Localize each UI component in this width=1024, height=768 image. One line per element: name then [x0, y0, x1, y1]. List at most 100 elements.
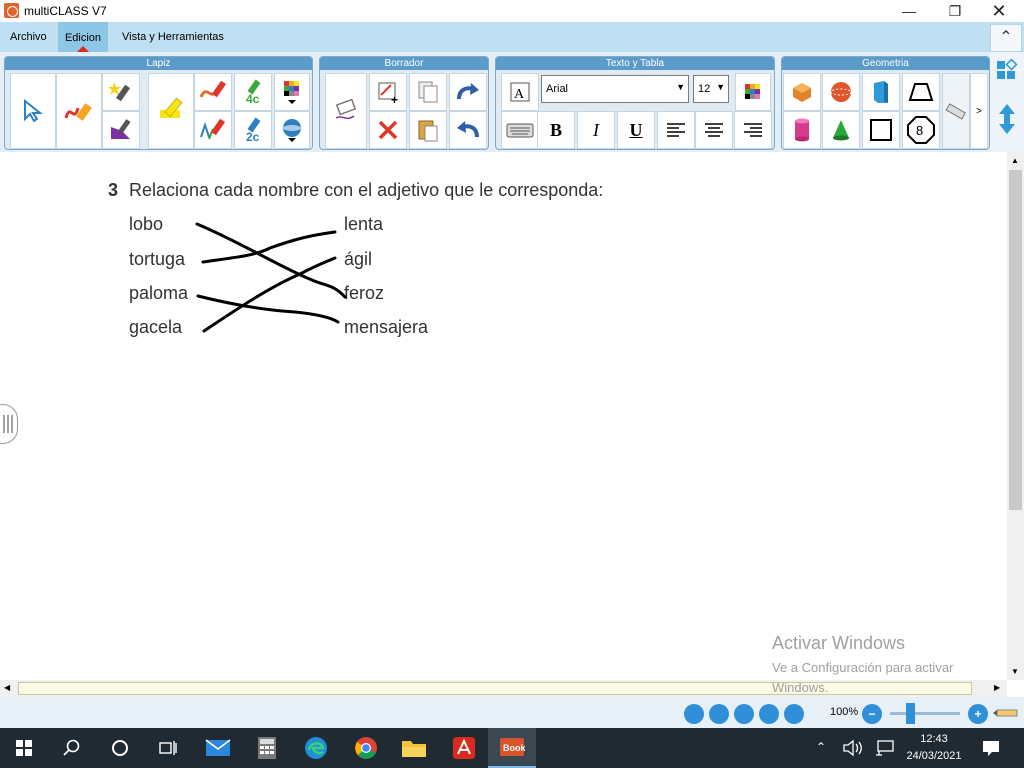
- trapezoid-tool-button[interactable]: [902, 73, 940, 111]
- add-page-button[interactable]: +: [369, 73, 407, 111]
- hand-drawn-lines[interactable]: [0, 152, 1007, 680]
- italic-button[interactable]: I: [577, 111, 615, 149]
- search-icon: [63, 739, 80, 756]
- copy-button[interactable]: [409, 73, 447, 111]
- vertical-arrows-icon: [999, 104, 1015, 134]
- gradient-pen-tool-button[interactable]: [194, 111, 232, 149]
- mail-app-button[interactable]: [194, 728, 242, 768]
- ribbon-scroll-right[interactable]: >: [970, 73, 988, 149]
- align-center-button[interactable]: [695, 111, 733, 149]
- maximize-button[interactable]: ❐: [932, 0, 978, 22]
- octagon-tool-button[interactable]: 8: [902, 111, 940, 149]
- color-palette-button[interactable]: [274, 73, 310, 111]
- cube-tool-button[interactable]: [783, 73, 821, 111]
- eraser-icon: [335, 98, 357, 120]
- edge-browser-button[interactable]: [292, 728, 340, 768]
- cylinder-tool-button[interactable]: [783, 111, 821, 149]
- undo-button[interactable]: [449, 111, 487, 149]
- calculator-app-button[interactable]: [243, 728, 291, 768]
- delete-button[interactable]: [369, 111, 407, 149]
- tray-overflow-icon[interactable]: ⌃: [812, 740, 830, 756]
- notifications-button[interactable]: [980, 738, 1002, 758]
- pencil-icon: [993, 709, 1018, 717]
- tray-date[interactable]: 24/03/2021: [900, 750, 968, 762]
- edit-page-icon: +: [378, 82, 398, 105]
- layout-button[interactable]: [992, 56, 1022, 84]
- redo-button[interactable]: [449, 73, 487, 111]
- chrome-browser-button[interactable]: [342, 728, 390, 768]
- annotate-view-button[interactable]: [759, 704, 779, 724]
- eraser-tool-button[interactable]: [325, 73, 367, 149]
- text-color-button[interactable]: [735, 73, 771, 111]
- underline-button[interactable]: U: [617, 111, 655, 149]
- crayon-tool-button[interactable]: [194, 73, 232, 111]
- network-button[interactable]: [874, 738, 896, 758]
- align-left-button[interactable]: [657, 111, 695, 149]
- activation-watermark-title: Activar Windows: [772, 633, 906, 653]
- multiclass-app-button[interactable]: Book: [488, 728, 536, 768]
- scroll-up-icon[interactable]: ▲: [1011, 156, 1019, 165]
- scroll-right-icon[interactable]: ▶: [994, 683, 1000, 692]
- copy-icon: [418, 81, 438, 103]
- bold-button[interactable]: B: [537, 111, 575, 149]
- folder-icon: [402, 741, 426, 757]
- start-button[interactable]: [0, 728, 48, 768]
- zoom-in-button[interactable]: +: [968, 704, 988, 724]
- collapse-ribbon-button[interactable]: ⌃: [990, 24, 1022, 52]
- square-tool-button[interactable]: [862, 111, 900, 149]
- select-tool-button[interactable]: [10, 73, 56, 149]
- pen-status-icon[interactable]: [993, 706, 1021, 720]
- borrador-group: Borrador +: [319, 56, 489, 150]
- fit-page-button[interactable]: [684, 704, 704, 724]
- svg-text:4c: 4c: [246, 92, 260, 105]
- menu-archivo[interactable]: Archivo: [10, 31, 47, 43]
- paste-button[interactable]: [409, 111, 447, 149]
- lapiz-group: Lapiz 4c 2c: [4, 56, 313, 150]
- font-name-select[interactable]: Arial ▼: [541, 75, 689, 103]
- minimize-button[interactable]: —: [886, 0, 932, 22]
- text-box-button[interactable]: A: [501, 73, 539, 111]
- menu-edicion[interactable]: Edicion: [58, 22, 108, 52]
- align-right-button[interactable]: [734, 111, 772, 149]
- edge-icon: [305, 737, 327, 759]
- notification-icon: [983, 741, 999, 756]
- cone-tool-button[interactable]: [822, 111, 860, 149]
- pen-2c-tool-button[interactable]: 2c: [234, 111, 272, 149]
- trapezoid-icon: [908, 83, 934, 101]
- highlighter-tool-button[interactable]: [102, 73, 140, 111]
- zoom-slider-thumb[interactable]: [906, 703, 915, 724]
- line-gacela-agil: [202, 256, 337, 333]
- font-size-select[interactable]: 12 ▼: [693, 75, 729, 103]
- zoom-out-button[interactable]: −: [862, 704, 882, 724]
- shape-pen-tool-button[interactable]: [102, 111, 140, 149]
- acrobat-app-button[interactable]: [440, 728, 488, 768]
- scroll-down-icon[interactable]: ▼: [1011, 667, 1019, 676]
- scroll-left-icon[interactable]: ◀: [4, 683, 10, 692]
- ruler-tool-button[interactable]: [942, 73, 970, 149]
- task-view-button[interactable]: [144, 728, 192, 768]
- chevron-down-icon: ▼: [676, 82, 685, 92]
- move-vertical-button[interactable]: [992, 94, 1022, 144]
- cortana-button[interactable]: [96, 728, 144, 768]
- brush-size-button[interactable]: [274, 111, 310, 149]
- fullscreen-button[interactable]: [784, 704, 804, 724]
- zoom-slider-track[interactable]: [890, 712, 960, 715]
- file-explorer-button[interactable]: [390, 728, 438, 768]
- volume-button[interactable]: [842, 738, 864, 758]
- draw-view-button[interactable]: [734, 704, 754, 724]
- menu-vista[interactable]: Vista y Herramientas: [122, 31, 224, 43]
- page-view-button[interactable]: [709, 704, 729, 724]
- sphere-tool-button[interactable]: [822, 73, 860, 111]
- close-button[interactable]: ✕: [976, 0, 1022, 22]
- vertical-scroll-thumb[interactable]: [1009, 170, 1022, 510]
- pencil-tool-button[interactable]: [56, 73, 102, 149]
- keyboard-button[interactable]: [501, 111, 539, 149]
- text-color-icon: [745, 84, 760, 99]
- marker-tool-button[interactable]: [148, 73, 194, 149]
- search-button[interactable]: [48, 728, 96, 768]
- pen-4c-tool-button[interactable]: 4c: [234, 73, 272, 111]
- tray-time[interactable]: 12:43: [904, 733, 964, 745]
- prism-tool-button[interactable]: [862, 73, 900, 111]
- chevron-down-icon: ▼: [716, 82, 725, 92]
- menu-bar: Archivo Edicion Vista y Herramientas: [0, 22, 1024, 52]
